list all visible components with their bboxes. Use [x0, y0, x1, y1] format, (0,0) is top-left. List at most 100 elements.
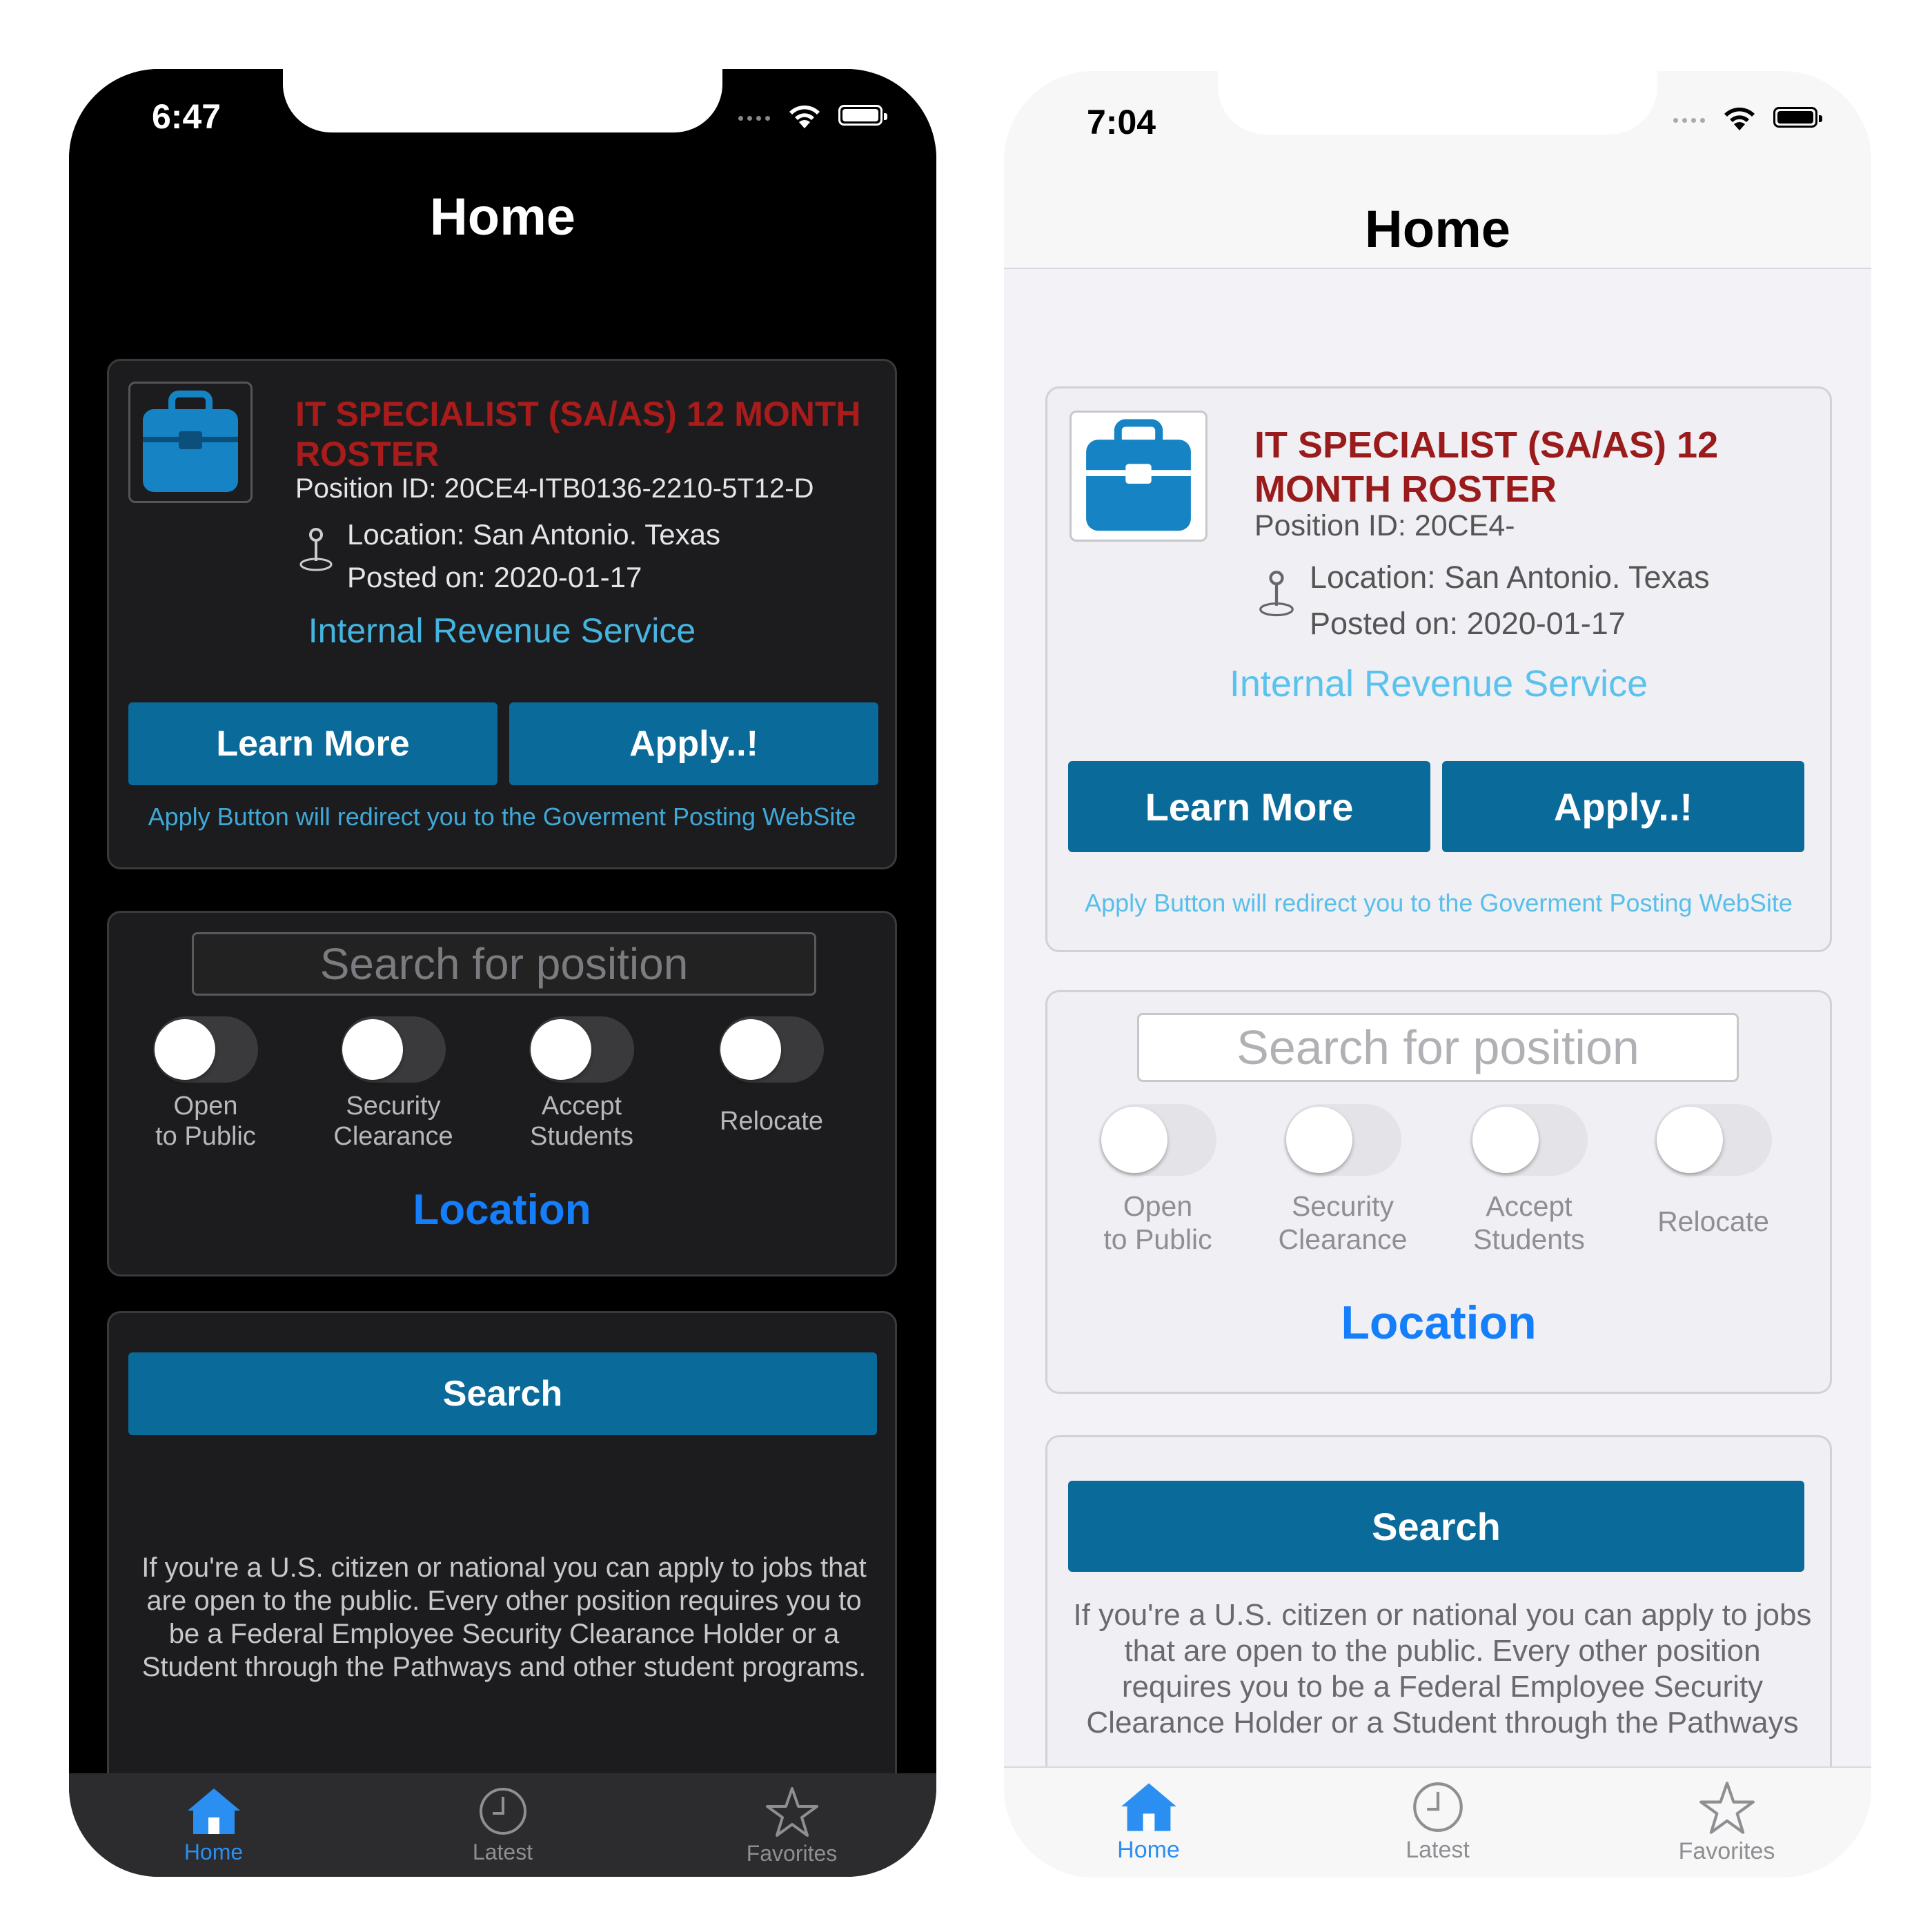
location-pin-icon [1259, 571, 1294, 617]
toggle-label: Relocate [720, 1107, 823, 1136]
nav-bar: Home [69, 179, 936, 255]
agency-link[interactable]: Internal Revenue Service [109, 611, 895, 651]
apply-button[interactable]: Apply..! [509, 702, 878, 785]
status-bar: 6:47 [69, 69, 936, 179]
toggle-security-clearance[interactable]: Security Clearance [1260, 1104, 1426, 1256]
switch[interactable] [1655, 1104, 1772, 1176]
filter-toggles: Open to Public Security Clearance Accept St… [109, 1016, 895, 1175]
main-content: IT SPECIALIST (SA/AS) 12 MONTH ROSTER Po… [1004, 269, 1871, 1780]
filter-card: Search for position Open to Public Securi… [1045, 990, 1832, 1394]
switch[interactable] [1099, 1104, 1216, 1176]
light-mode-phone: 7:04 Home IT SPECIALIST (SA/AS) 12 MONTH… [1004, 71, 1871, 1877]
job-location: Location: San Antonio. Texas [347, 518, 720, 551]
apply-button[interactable]: Apply..! [1442, 761, 1804, 852]
toggle-label: Accept Students [1473, 1190, 1585, 1255]
toggle-security-clearance[interactable]: Security Clearance [310, 1016, 476, 1152]
star-icon [765, 1787, 818, 1837]
job-posted-date: Posted on: 2020-01-17 [1310, 606, 1626, 641]
eligibility-info: If you're a U.S. citizen or national you… [141, 1552, 867, 1682]
clock-icon [479, 1788, 526, 1835]
tab-label: Latest [1406, 1837, 1470, 1863]
cellular-signal-icon [1673, 118, 1705, 123]
search-card: Search If you're a U.S. citizen or natio… [107, 1311, 897, 1801]
status-time: 7:04 [1087, 103, 1156, 141]
main-content: IT SPECIALIST (SA/AS) 12 MONTH ROSTER Po… [69, 255, 936, 1801]
page-title: Home [429, 188, 576, 246]
nav-bar: Home [1004, 181, 1871, 269]
tab-home[interactable]: Home [69, 1773, 358, 1877]
notch [283, 69, 722, 132]
briefcase-icon-box [128, 382, 253, 503]
cellular-signal-icon [738, 116, 770, 121]
toggle-accept-students[interactable]: Accept Students [1446, 1104, 1612, 1256]
toggle-open-to-public[interactable]: Open to Public [1075, 1104, 1241, 1256]
tab-label: Home [1117, 1837, 1180, 1863]
switch[interactable] [529, 1016, 634, 1083]
position-id: Position ID: 20CE4-ITB0136-2210-5T12-D [295, 473, 814, 504]
status-time: 6:47 [152, 97, 221, 136]
job-card: IT SPECIALIST (SA/AS) 12 MONTH ROSTER Po… [107, 359, 897, 869]
eligibility-info: If you're a U.S. citizen or national you… [1073, 1598, 1812, 1739]
briefcase-icon [1086, 419, 1191, 531]
tab-home[interactable]: Home [1004, 1768, 1293, 1877]
tab-favorites[interactable]: Favorites [647, 1773, 936, 1877]
job-location: Location: San Antonio. Texas [1310, 560, 1710, 595]
learn-more-button[interactable]: Learn More [1068, 761, 1430, 852]
tab-label: Latest [472, 1840, 533, 1864]
search-input[interactable]: Search for position [192, 932, 816, 996]
toggle-label: Open to Public [1103, 1190, 1212, 1255]
tab-label: Home [184, 1840, 244, 1864]
switch[interactable] [1470, 1104, 1588, 1176]
tab-bar: Home Latest Favorites [1004, 1766, 1871, 1877]
switch[interactable] [1284, 1104, 1401, 1176]
toggle-label: Relocate [1657, 1205, 1769, 1237]
apply-redirect-note: Apply Button will redirect you to the Go… [1085, 889, 1793, 917]
briefcase-icon [143, 391, 238, 492]
page-title: Home [1364, 200, 1511, 259]
clock-icon [1412, 1782, 1463, 1832]
job-posted-date: Posted on: 2020-01-17 [347, 561, 642, 593]
toggle-label: Accept Students [530, 1092, 633, 1151]
job-title[interactable]: IT SPECIALIST (SA/AS) 12 MONTH ROSTER [295, 394, 861, 474]
apply-redirect-note: Apply Button will redirect you to the Go… [148, 802, 856, 831]
briefcase-icon-box [1070, 411, 1208, 542]
search-input[interactable]: Search for position [1137, 1013, 1739, 1082]
tab-latest[interactable]: Latest [358, 1773, 647, 1877]
search-card: Search If you're a U.S. citizen or natio… [1045, 1435, 1832, 1780]
search-button[interactable]: Search [128, 1352, 877, 1435]
notch [1218, 71, 1657, 135]
tab-latest[interactable]: Latest [1293, 1768, 1582, 1877]
battery-icon [838, 105, 887, 126]
agency-link[interactable]: Internal Revenue Service [1047, 662, 1830, 705]
wifi-icon [1724, 107, 1755, 130]
dark-mode-phone: 6:47 Home IT SPECIALIST (SA/AS) 12 MONTH… [69, 69, 936, 1877]
tab-label: Favorites [1678, 1838, 1775, 1864]
switch[interactable] [341, 1016, 446, 1083]
location-link[interactable]: Location [109, 1185, 895, 1234]
toggle-open-to-public[interactable]: Open to Public [123, 1016, 288, 1152]
filter-card: Search for position Open to Public Securi… [107, 911, 897, 1276]
switch[interactable] [153, 1016, 258, 1083]
toggle-label: Security Clearance [1278, 1190, 1408, 1255]
wifi-icon [789, 105, 820, 128]
toggle-relocate[interactable]: Relocate [689, 1016, 854, 1136]
tab-favorites[interactable]: Favorites [1582, 1768, 1871, 1877]
location-pin-icon [299, 528, 333, 571]
toggle-accept-students[interactable]: Accept Students [499, 1016, 664, 1152]
toggle-relocate[interactable]: Relocate [1630, 1104, 1796, 1238]
home-icon [187, 1788, 240, 1834]
battery-icon [1773, 107, 1822, 128]
position-id: Position ID: 20CE4- [1254, 509, 1515, 542]
job-title[interactable]: IT SPECIALIST (SA/AS) 12 MONTH ROSTER [1254, 423, 1793, 511]
search-button[interactable]: Search [1068, 1481, 1804, 1572]
filter-toggles: Open to Public Security Clearance Accept St… [1047, 1104, 1830, 1263]
toggle-label: Security Clearance [333, 1092, 453, 1151]
learn-more-button[interactable]: Learn More [128, 702, 497, 785]
toggle-label: Open to Public [155, 1092, 256, 1151]
job-card: IT SPECIALIST (SA/AS) 12 MONTH ROSTER Po… [1045, 386, 1832, 952]
location-link[interactable]: Location [1047, 1296, 1830, 1350]
star-icon [1699, 1782, 1755, 1834]
switch[interactable] [719, 1016, 824, 1083]
tab-bar: Home Latest Favorites [69, 1773, 936, 1877]
tab-label: Favorites [746, 1841, 838, 1866]
